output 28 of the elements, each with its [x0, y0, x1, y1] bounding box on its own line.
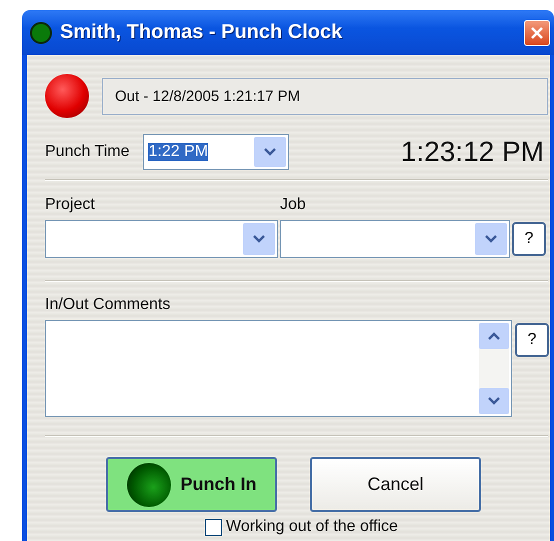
- project-label: Project: [45, 196, 96, 214]
- help-button[interactable]: ?: [512, 222, 546, 256]
- cancel-button[interactable]: Cancel: [310, 457, 481, 512]
- checkbox[interactable]: [205, 518, 222, 536]
- chevron-down-icon: [253, 235, 265, 243]
- comments-field[interactable]: [45, 320, 512, 417]
- project-dropdown[interactable]: [45, 220, 278, 258]
- chevron-down-icon: [264, 148, 276, 156]
- help-button[interactable]: ?: [515, 323, 549, 357]
- close-icon: [530, 26, 544, 40]
- current-time: 1:23:12 PM: [400, 136, 545, 168]
- punch-time-dropdown[interactable]: 1:22 PM: [143, 134, 290, 170]
- punch-time-label: Punch Time: [45, 143, 130, 161]
- last-punch-field: Out - 12/8/2005 1:21:17 PM: [102, 78, 548, 114]
- chevron-up-icon: [488, 332, 500, 340]
- checkbox-label[interactable]: Working out of the office: [226, 518, 398, 536]
- punch-time-value: 1:22 PM: [148, 143, 208, 161]
- close-button[interactable]: [524, 20, 550, 46]
- comments-label: In/Out Comments: [45, 296, 172, 314]
- punch-button[interactable]: Punch In: [106, 457, 277, 512]
- scrollbar[interactable]: [479, 323, 509, 414]
- job-dropdown[interactable]: [280, 220, 510, 258]
- window-title: Smith, Thomas - Punch Clock: [60, 21, 344, 44]
- chevron-down-icon: [485, 235, 497, 243]
- job-label: Job: [280, 196, 307, 214]
- status-light-icon: [126, 462, 170, 506]
- chevron-down-icon: [488, 397, 500, 405]
- status-light-icon: [30, 22, 52, 44]
